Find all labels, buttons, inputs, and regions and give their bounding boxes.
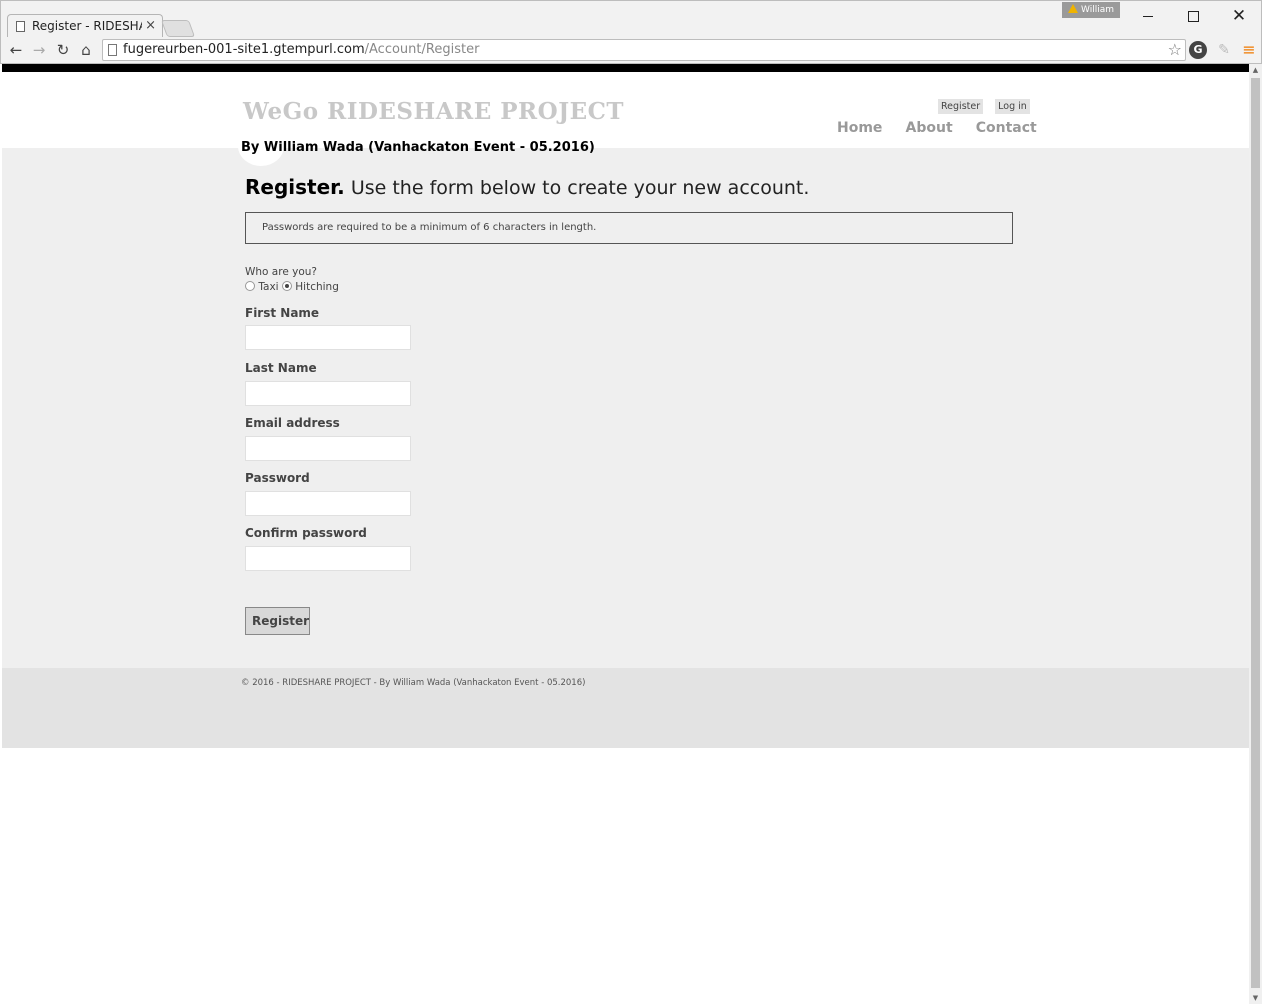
site-subtitle: By William Wada (Vanhackaton Event - 05.… — [241, 140, 595, 155]
profile-badge[interactable]: William — [1062, 2, 1120, 18]
site-footer: © 2016 - RIDESHARE PROJECT - By William … — [2, 668, 1249, 748]
top-black-bar — [2, 64, 1249, 72]
browser-tab[interactable]: Register - RIDESHAR × — [7, 14, 163, 37]
role-label: Who are you? — [245, 266, 317, 278]
password-label: Password — [245, 471, 310, 485]
last-name-label: Last Name — [245, 361, 317, 375]
page-info-icon[interactable] — [108, 44, 117, 56]
email-label: Email address — [245, 416, 340, 430]
email-input[interactable] — [245, 436, 411, 461]
site-header: WeGo RIDESHARE PROJECT Register Log in Ho… — [2, 72, 1249, 155]
password-requirements-message: Passwords are required to be a minimum o… — [245, 212, 1013, 244]
home-icon[interactable]: ⌂ — [77, 41, 95, 59]
scroll-down-icon[interactable]: ▼ — [1249, 992, 1262, 1004]
password-input[interactable] — [245, 491, 411, 516]
nav-home[interactable]: Home — [837, 120, 882, 136]
back-arrow-icon[interactable]: ← — [7, 41, 25, 59]
hitching-radio-label: Hitching — [295, 281, 339, 293]
new-tab-button[interactable] — [160, 20, 196, 37]
main-content: Register. Use the form below to create y… — [2, 126, 1249, 668]
last-name-input[interactable] — [245, 381, 411, 406]
maximize-icon — [1187, 10, 1199, 22]
page-icon — [16, 21, 25, 32]
scroll-up-icon[interactable]: ▲ — [1249, 64, 1262, 76]
register-button[interactable]: Register — [245, 607, 310, 635]
profile-name: William — [1081, 5, 1114, 15]
reload-icon[interactable]: ↻ — [54, 41, 72, 59]
page-viewport: WeGo RIDESHARE PROJECT Register Log in Ho… — [2, 64, 1249, 1004]
confirm-password-label: Confirm password — [245, 526, 367, 540]
page-title-bold: Register. — [245, 175, 345, 199]
taxi-radio-label: Taxi — [258, 281, 279, 293]
page-title: Register. Use the form below to create y… — [245, 175, 809, 199]
browser-chrome: Register - RIDESHAR × William ✕ ← → ↻ ⌂ … — [0, 0, 1262, 64]
forward-arrow-icon[interactable]: → — [30, 41, 48, 59]
close-tab-icon[interactable]: × — [145, 15, 156, 37]
main-nav: Home About Contact — [837, 117, 1037, 136]
hamburger-icon[interactable]: ≡ — [1240, 41, 1258, 59]
hitching-radio[interactable] — [281, 281, 292, 291]
login-links: Register Log in — [926, 94, 1030, 114]
minimize-button[interactable] — [1128, 5, 1168, 27]
tab-title: Register - RIDESHAR — [32, 19, 142, 33]
site-title[interactable]: WeGo RIDESHARE PROJECT — [243, 98, 624, 125]
nav-about[interactable]: About — [906, 120, 953, 136]
role-radio-group: Taxi Hitching — [245, 281, 339, 293]
page-title-rest: Use the form below to create your new ac… — [344, 177, 810, 199]
footer-copyright: © 2016 - RIDESHARE PROJECT - By William … — [241, 678, 586, 688]
taxi-radio[interactable] — [245, 281, 255, 291]
nav-contact[interactable]: Contact — [976, 120, 1037, 136]
close-icon: ✕ — [1231, 6, 1247, 26]
login-link[interactable]: Log in — [995, 99, 1030, 114]
confirm-password-input[interactable] — [245, 546, 411, 571]
url-path: /Account/Register — [364, 42, 480, 57]
address-bar[interactable]: fugereurben-001-site1.gtempurl.com/Accou… — [102, 39, 1186, 61]
vertical-scrollbar[interactable]: ▲ ▼ — [1249, 64, 1262, 1004]
close-window-button[interactable]: ✕ — [1219, 5, 1259, 27]
first-name-input[interactable] — [245, 325, 411, 350]
minimize-icon — [1143, 15, 1153, 17]
star-icon[interactable]: ☆ — [1168, 40, 1182, 60]
maximize-button[interactable] — [1173, 5, 1213, 27]
first-name-label: First Name — [245, 306, 320, 320]
warning-icon — [1068, 4, 1078, 13]
url-host: fugereurben-001-site1.gtempurl.com — [123, 42, 365, 57]
extension-icon[interactable]: G — [1189, 41, 1207, 59]
scrollbar-thumb[interactable] — [1251, 78, 1260, 988]
puzzle-extension-icon[interactable]: ✎ — [1215, 41, 1233, 59]
register-link[interactable]: Register — [938, 99, 984, 114]
